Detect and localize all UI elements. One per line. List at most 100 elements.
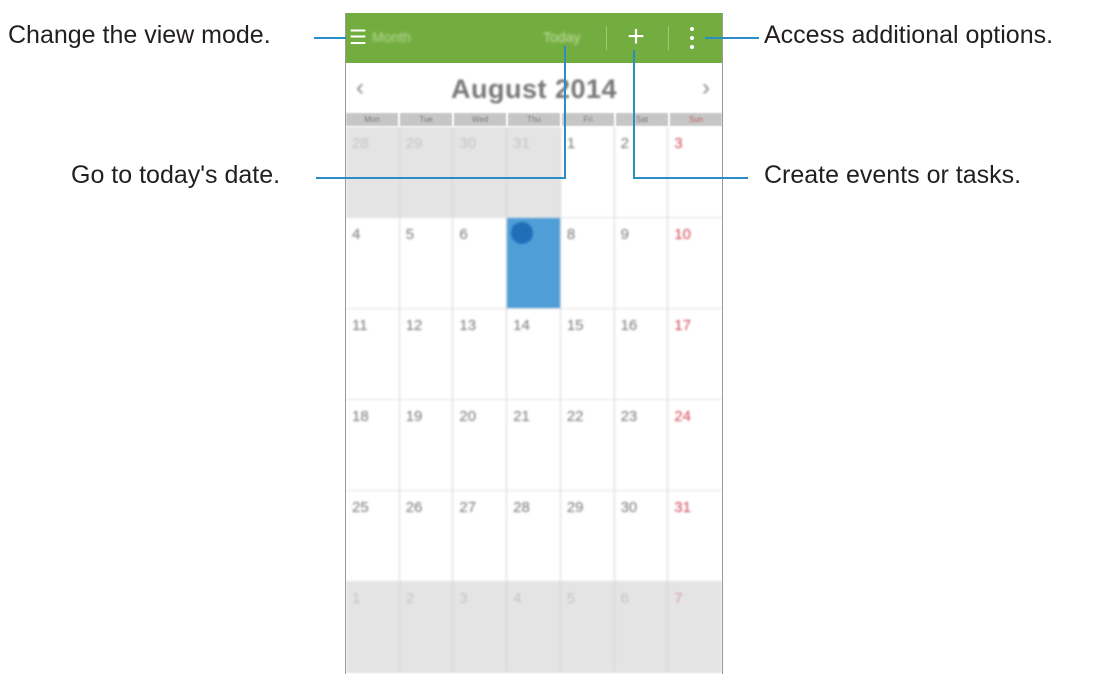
weekday-label: Wed <box>454 113 506 126</box>
calendar-day-cell[interactable]: 29 <box>399 127 454 218</box>
calendar-day-cell[interactable]: 14 <box>507 309 561 400</box>
calendar-day-cell[interactable]: 1 <box>560 127 615 218</box>
calendar-day-cell[interactable]: 31 <box>507 127 561 218</box>
day-number: 3 <box>459 590 468 607</box>
calendar-day-cell[interactable]: 10 <box>668 218 722 309</box>
calendar-day-cell[interactable]: 3 <box>453 582 508 673</box>
day-number: 28 <box>352 135 369 152</box>
day-number: 2 <box>620 135 629 152</box>
calendar-day-cell[interactable]: 17 <box>668 309 722 400</box>
calendar-day-cell[interactable]: 19 <box>399 400 454 491</box>
day-number: 30 <box>620 499 638 516</box>
calendar-day-cell[interactable]: 6 <box>453 218 508 309</box>
view-mode-menu-icon[interactable]: ☰ <box>348 23 368 53</box>
day-number: 6 <box>459 226 468 243</box>
calendar-day-cell[interactable]: 3 <box>668 127 722 218</box>
day-number: 1 <box>352 590 361 607</box>
day-number: 30 <box>459 135 477 152</box>
day-number: 11 <box>352 317 368 334</box>
calendar-day-cell[interactable]: 12 <box>399 309 454 400</box>
day-number: 5 <box>566 590 576 607</box>
next-month-button[interactable]: › <box>702 73 710 103</box>
more-options-icon[interactable] <box>685 23 699 53</box>
callout-create: Create events or tasks. <box>764 161 1022 189</box>
day-number: 29 <box>405 135 423 152</box>
day-number: 15 <box>566 317 584 334</box>
calendar-day-cell[interactable]: 15 <box>560 309 615 400</box>
view-mode-label[interactable]: Month <box>372 29 411 45</box>
day-number: 23 <box>620 408 638 425</box>
day-number: 16 <box>620 317 638 334</box>
day-number: 3 <box>674 135 683 152</box>
day-number: 31 <box>674 499 691 516</box>
calendar-day-cell[interactable]: 30 <box>614 491 669 582</box>
calendar-day-cell[interactable]: 24 <box>668 400 722 491</box>
calendar-day-cell[interactable]: 9 <box>614 218 669 309</box>
day-number: 7 <box>674 590 683 607</box>
calendar-day-cell[interactable]: 7 <box>507 218 561 309</box>
add-event-button[interactable]: + <box>621 19 651 55</box>
calendar-day-cell[interactable]: 2 <box>614 127 669 218</box>
calendar-day-cell[interactable]: 8 <box>560 218 615 309</box>
day-number: 29 <box>566 499 584 516</box>
day-number: 6 <box>620 590 629 607</box>
month-grid: 28 29 30 31 1 2 3 4 5 6 7 8 9 10 11 12 13 14 15 16 17 18 19 20 2… <box>346 127 722 674</box>
toolbar-divider <box>606 26 607 50</box>
day-number: 1 <box>566 135 576 152</box>
calendar-day-cell[interactable]: 2 <box>399 582 454 673</box>
callout-view-mode: Change the view mode. <box>8 21 271 49</box>
calendar-day-cell[interactable]: 18 <box>346 400 400 491</box>
day-number: 4 <box>352 226 361 243</box>
day-number: 8 <box>566 226 576 243</box>
day-number: 14 <box>513 317 530 334</box>
day-number: 25 <box>352 499 369 516</box>
day-number: 10 <box>674 226 691 243</box>
day-number: 27 <box>459 499 477 516</box>
calendar-day-cell[interactable]: 5 <box>399 218 454 309</box>
callout-line <box>314 37 346 39</box>
weekday-label: Mon <box>346 113 398 126</box>
day-number: 19 <box>405 408 423 425</box>
calendar-day-cell[interactable]: 5 <box>560 582 615 673</box>
day-number: 2 <box>405 590 415 607</box>
calendar-day-cell[interactable]: 28 <box>507 491 561 582</box>
day-number: 28 <box>513 499 530 516</box>
day-number: 4 <box>513 590 522 607</box>
day-number: 18 <box>352 408 369 425</box>
day-number: 22 <box>566 408 584 425</box>
calendar-day-cell[interactable]: 22 <box>560 400 615 491</box>
today-button[interactable]: Today <box>543 29 580 45</box>
day-number: 21 <box>513 408 530 425</box>
calendar-day-cell[interactable]: 4 <box>346 218 400 309</box>
day-number: 20 <box>459 408 477 425</box>
calendar-day-cell[interactable]: 1 <box>346 582 400 673</box>
callout-more-options: Access additional options. <box>764 21 1054 49</box>
calendar-day-cell[interactable]: 7 <box>668 582 722 673</box>
day-number: 12 <box>405 317 423 334</box>
day-number: 17 <box>674 317 691 334</box>
calendar-day-cell[interactable]: 31 <box>668 491 722 582</box>
calendar-day-cell[interactable]: 6 <box>614 582 669 673</box>
calendar-day-cell[interactable]: 11 <box>346 309 400 400</box>
day-number: 24 <box>674 408 691 425</box>
calendar-day-cell[interactable]: 21 <box>507 400 561 491</box>
weekday-label: Thu <box>508 113 560 126</box>
callout-line <box>564 46 566 179</box>
calendar-day-cell[interactable]: 23 <box>614 400 669 491</box>
day-number: 5 <box>405 226 415 243</box>
weekday-label: Sun <box>670 113 722 126</box>
calendar-day-cell[interactable]: 4 <box>507 582 561 673</box>
calendar-day-cell[interactable]: 26 <box>399 491 454 582</box>
month-navigation: ‹ August 2014 › <box>346 63 722 113</box>
calendar-day-cell[interactable]: 29 <box>560 491 615 582</box>
calendar-day-cell[interactable]: 13 <box>453 309 508 400</box>
calendar-day-cell[interactable]: 27 <box>453 491 508 582</box>
calendar-day-cell[interactable]: 30 <box>453 127 508 218</box>
calendar-day-cell[interactable]: 16 <box>614 309 669 400</box>
annotated-screenshot: ☰ Month Today + ‹ August 2014 › Mon Tue … <box>0 0 1094 674</box>
callout-line <box>633 177 748 179</box>
calendar-day-cell[interactable]: 28 <box>346 127 400 218</box>
calendar-day-cell[interactable]: 20 <box>453 400 508 491</box>
calendar-day-cell[interactable]: 25 <box>346 491 400 582</box>
day-number: 13 <box>459 317 477 334</box>
